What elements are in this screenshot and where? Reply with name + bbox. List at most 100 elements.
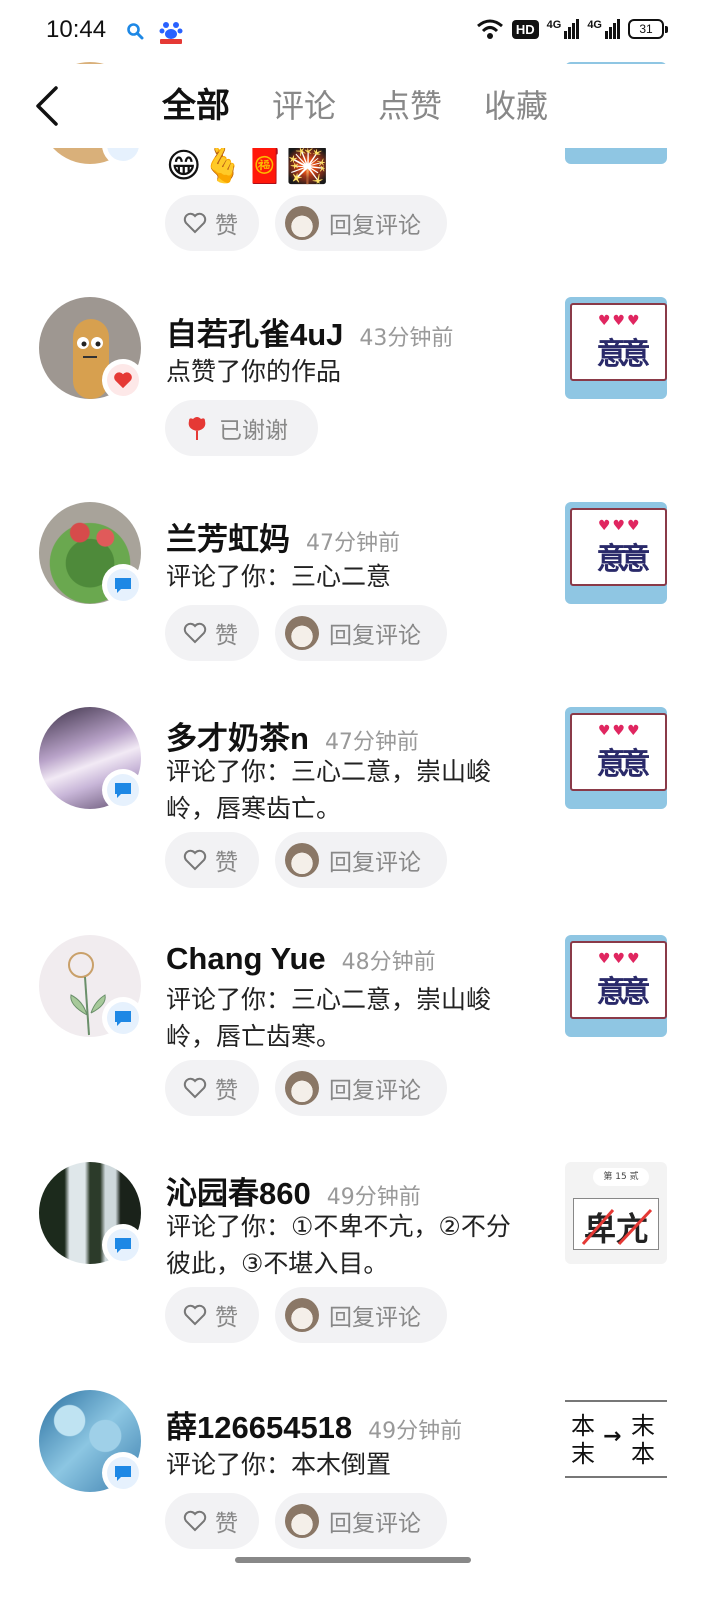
notification-text: 评论了你：①不卑不亢，②不分彼此，③不堪入目。 bbox=[166, 1212, 511, 1278]
reply-label: 回复评论 bbox=[329, 850, 421, 876]
like-label: 赞 bbox=[215, 850, 238, 876]
reply-button[interactable]: 回复评论 bbox=[275, 1060, 447, 1116]
heart-outline-icon bbox=[183, 849, 207, 871]
reply-button[interactable]: 回复评论 bbox=[275, 195, 447, 251]
like-label: 赞 bbox=[215, 1078, 238, 1104]
work-thumbnail[interactable]: 第 15 贰 卑亢 bbox=[565, 1162, 667, 1264]
comment-icon bbox=[115, 783, 131, 798]
user-name[interactable]: 自若孔雀4uJ bbox=[166, 309, 343, 354]
user-name[interactable]: 多才奶茶n bbox=[166, 713, 309, 758]
timestamp: 49分钟前 bbox=[326, 1185, 421, 1210]
name-row: 沁园春860 49分钟前 bbox=[166, 1168, 421, 1213]
cross-mark-icon bbox=[581, 1208, 653, 1246]
notification-text: 评论了你：三心二意，崇山峻岭，唇寒齿亡。 bbox=[166, 757, 492, 823]
my-avatar-icon bbox=[285, 843, 319, 877]
work-thumbnail[interactable]: ♥♥♥ 意意 bbox=[565, 707, 667, 809]
notification-feed[interactable]: 😁🫰🧧🎇 赞 回复评论 自若孔雀4uJ 43分钟前 点赞了你的作品 已谢谢 ♥♥… bbox=[0, 0, 720, 1600]
name-row: 兰芳虹妈 47分钟前 bbox=[166, 514, 400, 559]
like-label: 赞 bbox=[215, 1511, 238, 1537]
thumbnail-word: 意意 bbox=[596, 975, 651, 1010]
my-avatar-icon bbox=[285, 1504, 319, 1538]
like-button[interactable]: 赞 bbox=[165, 605, 259, 661]
reply-button[interactable]: 回复评论 bbox=[275, 1493, 447, 1549]
thumbnail-word-left: 本末 bbox=[571, 1412, 595, 1468]
name-row: 薛126654518 49分钟前 bbox=[166, 1402, 462, 1447]
comment-badge bbox=[102, 1452, 144, 1494]
my-avatar-icon bbox=[285, 1071, 319, 1105]
hearts-icon: ♥♥♥ bbox=[598, 951, 642, 967]
like-button[interactable]: 赞 bbox=[165, 1287, 259, 1343]
notification-text: 评论了你：三心二意，崇山峻岭，唇亡齿寒。 bbox=[166, 985, 492, 1051]
comment-icon bbox=[115, 1466, 131, 1481]
reply-label: 回复评论 bbox=[329, 623, 421, 649]
heart-outline-icon bbox=[183, 622, 207, 644]
thanked-button[interactable]: 已谢谢 bbox=[165, 400, 318, 456]
notification-text: 评论了你：三心二意 bbox=[166, 562, 392, 591]
name-row: Chang Yue 48分钟前 bbox=[166, 941, 436, 977]
comment-icon bbox=[115, 578, 131, 593]
name-row: 多才奶茶n 47分钟前 bbox=[166, 713, 419, 758]
user-name[interactable]: 兰芳虹妈 bbox=[166, 514, 290, 559]
comment-icon bbox=[115, 1011, 131, 1026]
my-avatar-icon bbox=[285, 1298, 319, 1332]
work-thumbnail[interactable]: 本末 → 末本 bbox=[565, 1400, 667, 1478]
thumbnail-word: 意意 bbox=[596, 542, 651, 577]
hearts-icon: ♥♥♥ bbox=[598, 723, 642, 739]
user-name[interactable]: 沁园春860 bbox=[166, 1168, 311, 1213]
thumbnail-word: 意意 bbox=[596, 747, 651, 782]
tab-all[interactable]: 全部 bbox=[162, 84, 230, 128]
reply-button[interactable]: 回复评论 bbox=[275, 605, 447, 661]
reply-label: 回复评论 bbox=[329, 1511, 421, 1537]
hearts-icon: ♥♥♥ bbox=[598, 313, 642, 329]
thumbnail-page-label: 第 15 贰 bbox=[593, 1168, 649, 1186]
user-name[interactable]: Chang Yue bbox=[166, 941, 326, 977]
like-label: 赞 bbox=[215, 1305, 238, 1331]
tab-likes[interactable]: 点赞 bbox=[378, 84, 442, 128]
thumbnail-word-right: 末本 bbox=[631, 1412, 655, 1468]
like-label: 赞 bbox=[215, 623, 238, 649]
heart-outline-icon bbox=[183, 212, 207, 234]
like-label: 赞 bbox=[215, 213, 238, 239]
notification-text: 点赞了你的作品 bbox=[166, 357, 342, 386]
heart-outline-icon bbox=[183, 1077, 207, 1099]
reply-button[interactable]: 回复评论 bbox=[275, 832, 447, 888]
tab-comments[interactable]: 评论 bbox=[272, 84, 336, 128]
comment-badge bbox=[102, 564, 144, 606]
reply-label: 回复评论 bbox=[329, 213, 421, 239]
like-button[interactable]: 赞 bbox=[165, 195, 259, 251]
home-indicator[interactable] bbox=[235, 1557, 471, 1563]
work-thumbnail[interactable]: ♥♥♥ 意意 bbox=[565, 502, 667, 604]
reply-button[interactable]: 回复评论 bbox=[275, 1287, 447, 1343]
work-thumbnail[interactable]: ♥♥♥ 意意 bbox=[565, 297, 667, 399]
flower-icon bbox=[188, 417, 206, 440]
timestamp: 47分钟前 bbox=[306, 531, 400, 556]
heart-icon bbox=[114, 372, 132, 389]
comment-badge bbox=[102, 769, 144, 811]
tab-bar: 全部 评论 点赞 收藏 bbox=[162, 84, 548, 128]
work-thumbnail[interactable]: ♥♥♥ 意意 bbox=[565, 935, 667, 1037]
chevron-left-icon[interactable] bbox=[28, 82, 68, 130]
notification-text: 评论了你：本木倒置 bbox=[166, 1450, 392, 1479]
reply-label: 回复评论 bbox=[329, 1305, 421, 1331]
like-button[interactable]: 赞 bbox=[165, 832, 259, 888]
like-button[interactable]: 赞 bbox=[165, 1060, 259, 1116]
name-row: 自若孔雀4uJ 43分钟前 bbox=[166, 309, 453, 354]
comment-badge bbox=[102, 1224, 144, 1266]
heart-outline-icon bbox=[183, 1304, 207, 1326]
my-avatar-icon bbox=[285, 206, 319, 240]
my-avatar-icon bbox=[285, 616, 319, 650]
comment-badge bbox=[102, 997, 144, 1039]
timestamp: 48分钟前 bbox=[341, 950, 436, 975]
timestamp: 47分钟前 bbox=[324, 730, 419, 755]
thanked-label: 已谢谢 bbox=[219, 418, 288, 444]
like-badge bbox=[102, 359, 144, 401]
user-name[interactable]: 薛126654518 bbox=[166, 1402, 352, 1447]
hearts-icon: ♥♥♥ bbox=[598, 518, 642, 534]
like-button[interactable]: 赞 bbox=[165, 1493, 259, 1549]
thumbnail-word: 意意 bbox=[596, 337, 651, 372]
comment-icon bbox=[115, 1238, 131, 1253]
header: 全部 评论 点赞 收藏 bbox=[0, 64, 720, 148]
tab-favorites[interactable]: 收藏 bbox=[484, 84, 548, 128]
reply-label: 回复评论 bbox=[329, 1078, 421, 1104]
arrow-right-icon: → bbox=[603, 1424, 622, 1449]
